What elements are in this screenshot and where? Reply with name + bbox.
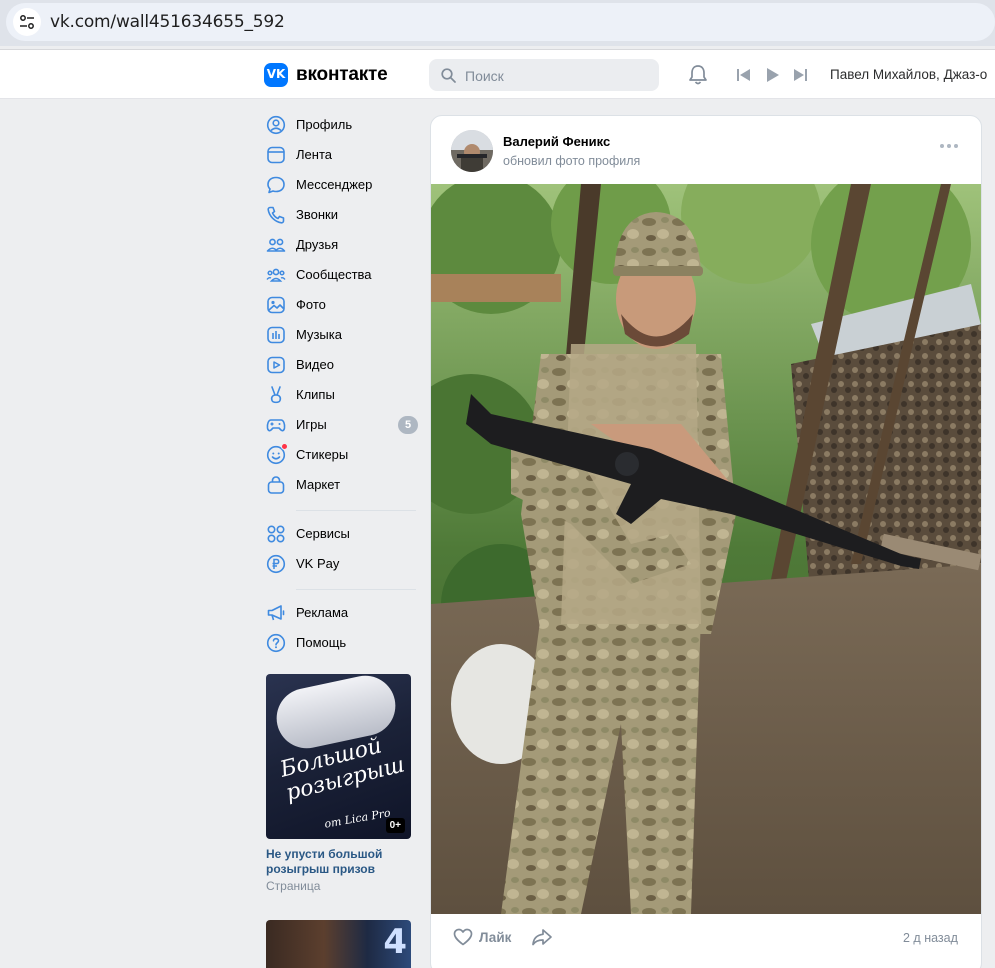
sidebar-item-label: Сервисы — [296, 526, 350, 541]
sidebar-divider — [296, 510, 416, 511]
soldier-photo — [431, 184, 981, 914]
address-bar[interactable]: vk.com/wall451634655_592 — [6, 3, 995, 41]
sidebar-item-video[interactable]: Видео — [262, 350, 420, 380]
like-label: Лайк — [479, 929, 512, 945]
sidebar-item-market[interactable]: Маркет — [262, 470, 420, 500]
services-grid-icon — [267, 525, 285, 543]
sidebar-item-label: Стикеры — [296, 447, 349, 462]
chat-bubble-icon — [267, 176, 285, 194]
sidebar-item-services[interactable]: Сервисы — [262, 519, 420, 549]
sidebar-item-label: Помощь — [296, 635, 347, 650]
vk-top-header: VK вконтакте Поиск Павел Михайлов, Джаз-… — [0, 49, 995, 99]
like-button[interactable]: Лайк — [453, 928, 511, 946]
sidebar-item-stickers[interactable]: Стикеры — [262, 440, 420, 470]
notifications-bell-icon[interactable] — [688, 64, 708, 86]
vk-logo[interactable]: VK вконтакте — [264, 63, 388, 87]
sidebar-item-messenger[interactable]: Мессенджер — [262, 170, 420, 200]
sidebar-item-label: Игры — [296, 417, 327, 432]
post-footer: Лайк 2 д назад — [431, 914, 981, 962]
site-settings-icon[interactable] — [13, 8, 41, 36]
post-action-text: обновил фото профиля — [503, 154, 641, 168]
player-track-title[interactable]: Павел Михайлов, Джаз-о — [830, 67, 995, 82]
promo-image-subline: от Lica Pro — [323, 806, 392, 831]
video-icon — [267, 356, 285, 374]
sidebar-item-label: Маркет — [296, 477, 341, 492]
sidebar-divider — [296, 589, 416, 590]
sidebar-item-profile[interactable]: Профиль — [262, 110, 420, 140]
sidebar-item-label: Лента — [296, 147, 332, 162]
heart-icon — [453, 928, 473, 946]
vk-logo-icon: VK — [264, 63, 288, 87]
sidebar-item-label: VK Pay — [296, 556, 340, 571]
url-text[interactable]: vk.com/wall451634655_592 — [50, 12, 285, 32]
help-icon — [266, 633, 286, 653]
market-bag-icon — [267, 476, 285, 494]
sidebar-item-friends[interactable]: Друзья — [262, 230, 420, 260]
sidebar-item-label: Клипы — [296, 387, 335, 402]
music-icon — [267, 326, 285, 344]
sidebar-item-photos[interactable]: Фото — [262, 290, 420, 320]
photo-icon — [267, 296, 285, 314]
search-placeholder: Поиск — [465, 68, 504, 84]
sidebar-item-vkpay[interactable]: VK Pay — [262, 549, 420, 579]
sidebar-item-feed[interactable]: Лента — [262, 140, 420, 170]
post-timestamp[interactable]: 2 д назад — [903, 931, 958, 945]
sidebar-item-calls[interactable]: Звонки — [262, 200, 420, 230]
wall-post: Валерий Феникс обновил фото профиля Лайк… — [430, 115, 982, 968]
sidebar-item-label: Фото — [296, 297, 326, 312]
sidebar-item-clips[interactable]: Клипы — [262, 380, 420, 410]
author-avatar[interactable] — [451, 130, 493, 172]
communities-icon — [266, 268, 286, 282]
sidebar-item-help[interactable]: Помощь — [262, 628, 420, 658]
sidebar-item-ads[interactable]: Реклама — [262, 598, 420, 628]
sidebar-item-label: Мессенджер — [296, 177, 373, 192]
sidebar-promo-card-2[interactable]: 4 — [266, 920, 411, 968]
sidebar-item-label: Музыка — [296, 327, 342, 342]
user-circle-icon — [266, 115, 286, 135]
next-track-icon[interactable] — [793, 69, 807, 81]
promo2-number: 4 — [383, 922, 407, 962]
games-count-badge: 5 — [398, 416, 418, 434]
friends-icon — [266, 238, 286, 252]
megaphone-icon — [267, 605, 285, 621]
clips-icon — [270, 386, 282, 404]
share-icon[interactable] — [531, 928, 553, 946]
promo-image[interactable]: Большой розыгрыш от Lica Pro 0+ — [266, 674, 411, 839]
search-icon — [441, 68, 456, 83]
ruble-icon — [266, 554, 286, 574]
phone-icon — [267, 206, 285, 224]
post-photo[interactable] — [431, 184, 981, 914]
sidebar-item-label: Реклама — [296, 605, 349, 620]
avatar-photo — [451, 130, 493, 172]
gamepad-icon — [266, 419, 286, 432]
sidebar-item-label: Друзья — [296, 237, 339, 252]
vk-logo-text: вконтакте — [296, 64, 388, 85]
sidebar-item-games[interactable]: Игры 5 — [262, 410, 420, 440]
more-options-icon[interactable] — [939, 143, 959, 149]
sidebar-item-label: Видео — [296, 357, 334, 372]
sidebar-item-label: Звонки — [296, 207, 338, 222]
sidebar-promo-card[interactable]: Большой розыгрыш от Lica Pro 0+ Не упуст… — [266, 674, 411, 893]
previous-track-icon[interactable] — [737, 69, 751, 81]
sidebar-item-label: Сообщества — [296, 267, 372, 282]
new-stickers-dot — [281, 443, 288, 450]
promo-type-label: Страница — [266, 879, 321, 893]
play-icon[interactable] — [766, 68, 779, 82]
promo-title-link[interactable]: Не упусти большой розыгрыш призов — [266, 847, 411, 877]
sidebar-item-label: Профиль — [296, 117, 353, 132]
search-input[interactable]: Поиск — [429, 59, 659, 91]
newsfeed-icon — [267, 146, 285, 164]
browser-toolbar: vk.com/wall451634655_592 — [0, 0, 995, 46]
sidebar-item-communities[interactable]: Сообщества — [262, 260, 420, 290]
age-rating-badge: 0+ — [385, 818, 405, 833]
post-author-name[interactable]: Валерий Феникс — [503, 134, 610, 149]
sidebar-item-music[interactable]: Музыка — [262, 320, 420, 350]
